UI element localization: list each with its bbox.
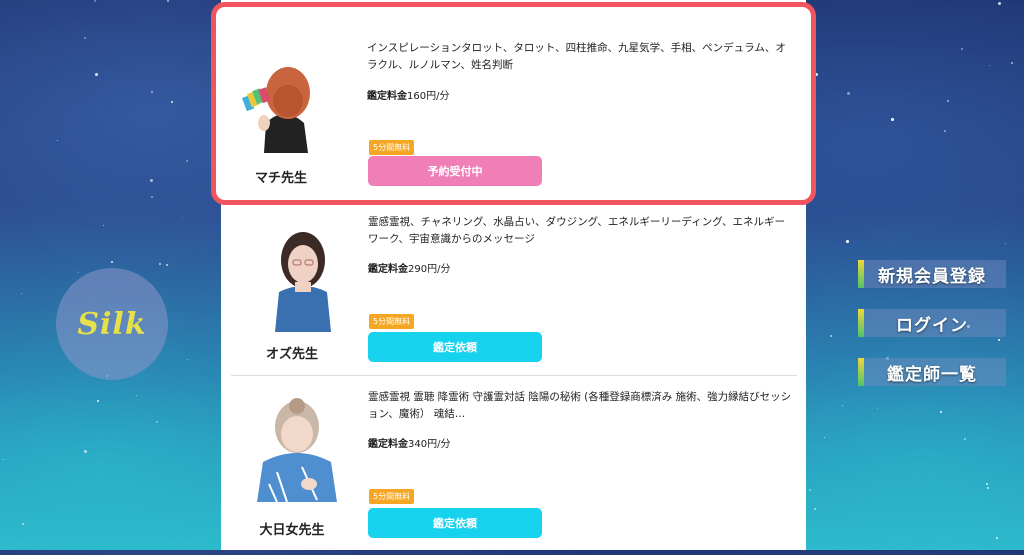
nav-accent-bar <box>858 309 864 337</box>
fortune-teller-description: 霊感霊視、チャネリング、水晶占い、ダウジング、エネルギーリーディング、エネルギー… <box>368 216 785 245</box>
fee-label: 鑑定料金 <box>367 91 407 102</box>
star <box>989 65 990 66</box>
star <box>842 405 843 406</box>
star <box>986 483 988 485</box>
nav-accent-bar <box>858 358 864 386</box>
site-logo[interactable]: Silk <box>56 268 168 380</box>
register-label: 新規会員登録 <box>878 266 986 287</box>
star <box>809 489 811 491</box>
star <box>171 101 173 103</box>
star <box>167 0 169 2</box>
fee-value: 340円/分 <box>408 439 451 450</box>
nav-accent-bar <box>858 260 864 288</box>
fortune-teller-card[interactable]: オズ先生 霊感霊視、チャネリング、水晶占い、ダウジング、エネルギーリーディング、… <box>221 205 806 380</box>
star <box>998 2 1001 5</box>
star <box>97 400 99 402</box>
star <box>814 508 816 510</box>
star <box>84 37 86 39</box>
star <box>103 225 104 226</box>
fortune-teller-name[interactable]: マチ先生 <box>216 167 346 186</box>
login-label: ログイン <box>896 315 968 336</box>
fee: 鑑定料金340円/分 <box>368 435 450 450</box>
star <box>824 437 825 438</box>
star <box>187 359 188 360</box>
free-minutes-badge: 5分間無料 <box>369 140 415 155</box>
star <box>846 240 849 243</box>
side-nav: 新規会員登録 ログイン 鑑定師一覧 <box>858 260 1006 407</box>
star <box>57 140 58 141</box>
star <box>961 48 963 50</box>
star <box>151 196 153 198</box>
register-link[interactable]: 新規会員登録 <box>858 260 1006 288</box>
star <box>166 264 168 266</box>
fortune-teller-list-link[interactable]: 鑑定師一覧 <box>858 358 1006 386</box>
star <box>987 487 989 489</box>
star <box>150 179 153 182</box>
fortune-teller-list-label: 鑑定師一覧 <box>887 364 977 385</box>
star <box>111 261 113 263</box>
free-minutes-badge: 5分間無料 <box>369 489 415 504</box>
fee-label: 鑑定料金 <box>368 264 408 275</box>
reservation-button[interactable]: 予約受付中 <box>368 156 542 186</box>
fortune-teller-photo[interactable] <box>247 392 347 502</box>
login-link[interactable]: ログイン <box>858 309 1006 337</box>
star <box>78 272 79 273</box>
star <box>182 217 183 218</box>
star <box>21 293 22 294</box>
fortune-teller-description: インスピレーションタロット、タロット、四柱推命、九星気学、手相、ペンデュラム、オ… <box>367 42 786 71</box>
fee-value: 160円/分 <box>407 91 450 102</box>
star <box>947 100 949 102</box>
fortune-teller-description: 霊感霊視 霊聴 降霊術 守護霊対話 陰陽の秘術 (各種登録商標済み 施術、強力縁… <box>368 391 792 420</box>
star <box>891 118 894 121</box>
star <box>847 92 850 95</box>
fortune-teller-name[interactable]: オズ先生 <box>227 343 357 362</box>
fortune-teller-card[interactable]: マチ先生 インスピレーションタロット、タロット、四柱推命、九星気学、手相、ペンデ… <box>211 2 816 205</box>
fee: 鑑定料金160円/分 <box>367 87 449 102</box>
list-divider <box>231 375 797 376</box>
star <box>1005 243 1006 244</box>
star <box>84 450 87 453</box>
fee: 鑑定料金290円/分 <box>368 260 450 275</box>
fortune-teller-card[interactable]: 大日女先生 霊感霊視 霊聴 降霊術 守護霊対話 陰陽の秘術 (各種登録商標済み … <box>221 380 806 555</box>
fee-value: 290円/分 <box>408 264 451 275</box>
fortune-teller-photo[interactable] <box>253 222 353 332</box>
star <box>944 130 946 132</box>
star <box>186 160 188 162</box>
star <box>830 335 832 337</box>
star <box>159 263 161 265</box>
star <box>94 0 96 2</box>
star <box>996 537 998 539</box>
consult-request-button[interactable]: 鑑定依頼 <box>368 332 542 362</box>
free-minutes-badge: 5分間無料 <box>369 314 415 329</box>
fee-label: 鑑定料金 <box>368 439 408 450</box>
star <box>1011 62 1013 64</box>
star <box>156 421 158 423</box>
star <box>940 411 942 413</box>
star <box>136 395 137 396</box>
star <box>95 73 98 76</box>
consult-request-button[interactable]: 鑑定依頼 <box>368 508 542 538</box>
star <box>964 438 966 440</box>
star <box>3 459 4 460</box>
star <box>22 523 24 525</box>
fortune-teller-name[interactable]: 大日女先生 <box>227 519 357 538</box>
star <box>877 408 878 409</box>
logo-text: Silk <box>77 306 147 342</box>
fortune-teller-photo[interactable] <box>234 43 334 153</box>
star <box>151 91 153 93</box>
